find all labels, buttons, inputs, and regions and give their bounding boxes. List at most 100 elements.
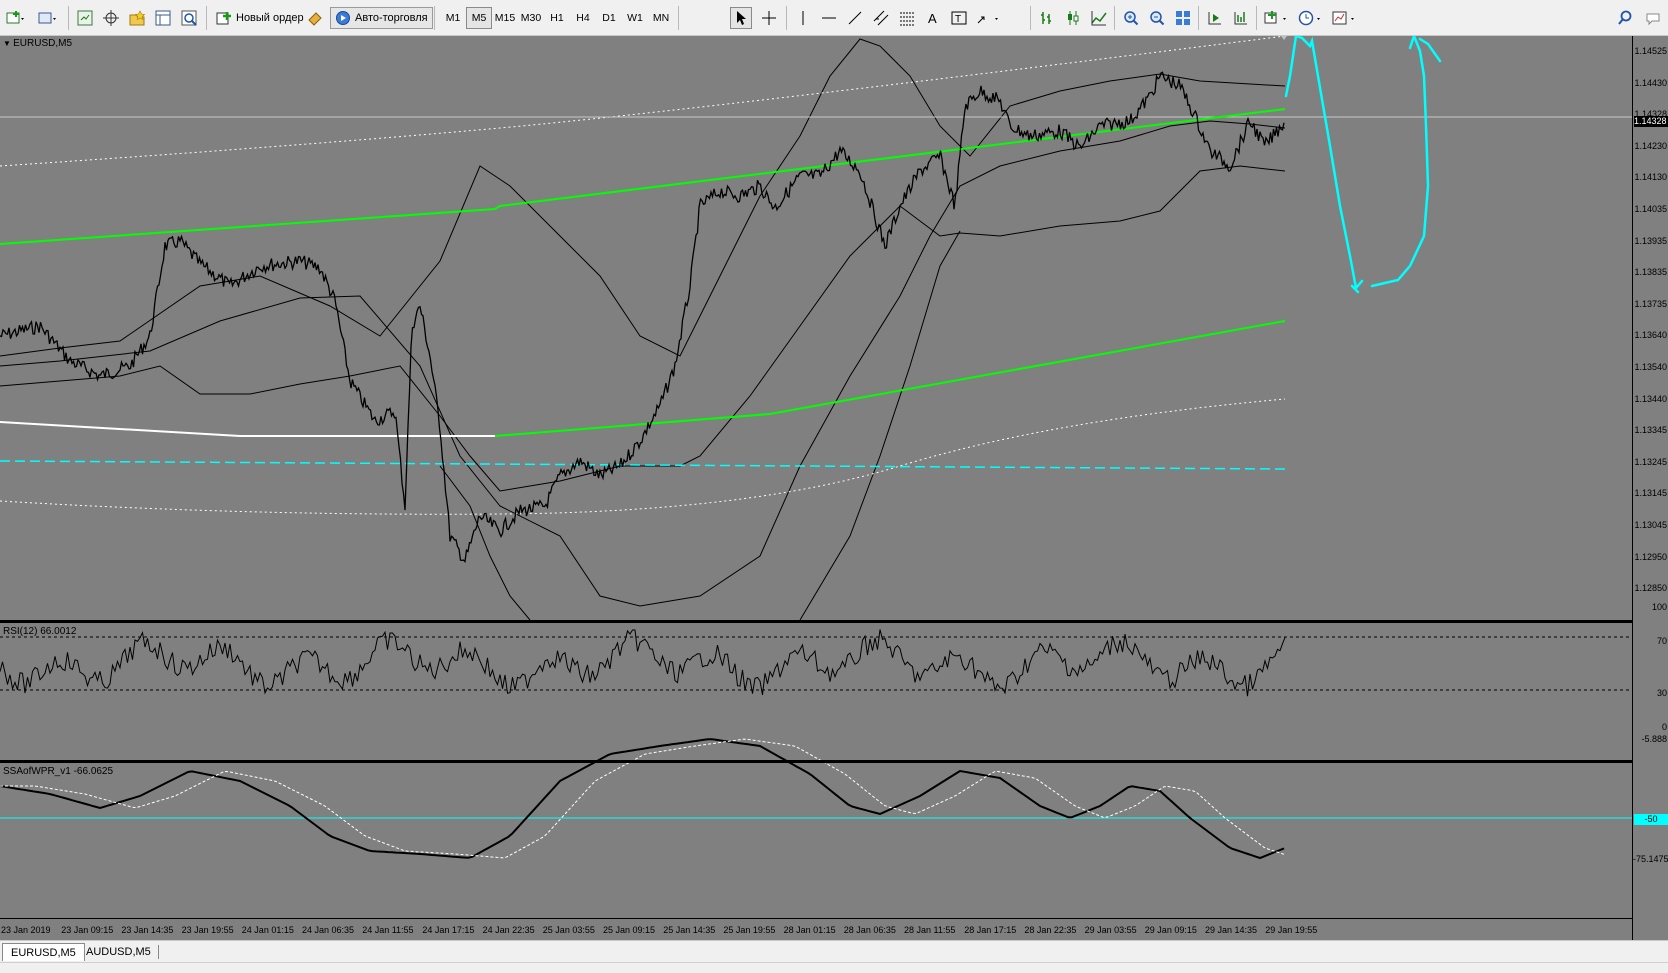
price-tick: 1.14430: [1634, 77, 1667, 88]
candlestick-chart-icon[interactable]: [1062, 7, 1084, 29]
main-toolbar: Новый ордер Авто-торговля M1 M5 M15 M30 …: [0, 0, 1668, 36]
time-tick: 24 Jan 06:35: [302, 925, 355, 935]
autotrading-label: Авто-торговля: [355, 12, 428, 24]
pane-separator[interactable]: [0, 620, 1632, 623]
timeframe-w1[interactable]: W1: [622, 7, 648, 29]
chart-canvas[interactable]: [0, 36, 1632, 918]
price-tick: 1.13640: [1634, 330, 1667, 341]
time-tick: 29 Jan 19:55: [1265, 925, 1318, 935]
time-axis[interactable]: 23 Jan 2019 23 Jan 09:15 23 Jan 14:35 23 Ja…: [0, 918, 1632, 941]
horizontal-line-icon[interactable]: [818, 7, 840, 29]
crosshair-data-window-icon[interactable]: [100, 7, 122, 29]
strategy-tester-icon[interactable]: [178, 7, 200, 29]
metaeditor-icon[interactable]: [304, 7, 326, 29]
time-tick: 28 Jan 06:35: [843, 925, 896, 935]
rsi-tick: 70: [1656, 636, 1667, 646]
time-tick: 24 Jan 22:35: [482, 925, 535, 935]
periods-clock-icon[interactable]: [1296, 7, 1324, 29]
fibonacci-icon[interactable]: [896, 7, 918, 29]
rsi-line: [0, 629, 1286, 697]
ssa-tick: -75.1475: [1633, 854, 1668, 864]
chat-icon[interactable]: [1642, 7, 1664, 29]
rsi-label: RSI(12) 66.0012: [3, 626, 77, 637]
arrows-dropdown-icon[interactable]: [974, 7, 1002, 29]
templates-dropdown-icon[interactable]: [1330, 7, 1358, 29]
timeframe-m15[interactable]: M15: [492, 7, 518, 29]
timeframe-m5[interactable]: M5: [466, 7, 492, 29]
time-tick: 29 Jan 09:15: [1144, 925, 1197, 935]
upper-band: [0, 38, 1286, 357]
market-watch-icon[interactable]: [74, 7, 96, 29]
time-tick: 24 Jan 01:15: [241, 925, 294, 935]
rsi-tick: 100: [1651, 602, 1667, 612]
price-tick: 1.13440: [1634, 393, 1667, 404]
line-chart-icon[interactable]: [1088, 7, 1110, 29]
zoom-out-icon[interactable]: [1146, 7, 1168, 29]
profiles-icon[interactable]: [36, 7, 58, 29]
new-order-icon: [216, 12, 231, 25]
status-bar: [0, 962, 1668, 973]
time-tick: 25 Jan 09:15: [603, 925, 656, 935]
tab-audusd-m5[interactable]: AUDUSD,M5: [78, 943, 159, 961]
chart-window[interactable]: ▼ EURUSD,M5 RSI(12) 66.0012 SSAofWPR_v1 …: [0, 36, 1668, 941]
autotrading-icon: [336, 11, 350, 25]
timeframe-mn[interactable]: MN: [648, 7, 674, 29]
timeframe-h4[interactable]: H4: [570, 7, 596, 29]
search-icon[interactable]: [1614, 7, 1636, 29]
svg-text:A: A: [928, 11, 937, 26]
time-tick: 23 Jan 09:15: [61, 925, 114, 935]
price-tick: 1.13345: [1634, 425, 1667, 436]
chart-tabs: EURUSD,M5 AUDUSD,M5: [0, 940, 1668, 963]
autotrading-button[interactable]: Авто-торговля: [330, 7, 433, 29]
price-tick: 1.14525: [1634, 46, 1667, 56]
price-tick: 1.14130: [1634, 172, 1667, 183]
new-chart-icon[interactable]: [4, 7, 26, 29]
cursor-tool-icon[interactable]: [730, 7, 752, 29]
trendline-icon[interactable]: [844, 7, 866, 29]
rsi-tick: 0: [1661, 722, 1667, 732]
navigator-icon[interactable]: [126, 7, 148, 29]
new-order-button[interactable]: Новый ордер: [212, 7, 308, 29]
time-tick: 28 Jan 01:15: [783, 925, 836, 935]
regression-channel-lower: [494, 320, 1286, 437]
terminal-icon[interactable]: [152, 7, 174, 29]
time-tick: 25 Jan 14:35: [663, 925, 716, 935]
timeframe-h1[interactable]: H1: [544, 7, 570, 29]
equidistant-channel-icon[interactable]: [870, 7, 892, 29]
ssa-level-tag: -50: [1634, 814, 1668, 825]
price-tick: 1.13835: [1634, 267, 1667, 278]
time-tick: 28 Jan 11:55: [904, 925, 956, 935]
timeframe-d1[interactable]: D1: [596, 7, 622, 29]
annotation-arrow-up: [1370, 36, 1442, 288]
indicators-dropdown-icon[interactable]: [1262, 7, 1290, 29]
price-axis[interactable]: 1.14525 1.14430 1.14328 1.14230 1.14130 1.140…: [1632, 36, 1668, 940]
tab-eurusd-m5[interactable]: EURUSD,M5: [2, 943, 85, 961]
envelope-line: [799, 230, 961, 621]
time-tick: 23 Jan 14:35: [121, 925, 174, 935]
horizontal-level-line: [0, 460, 1286, 470]
price-tick: 1.13935: [1634, 235, 1667, 246]
middle-band: [0, 120, 1286, 607]
crosshair-tool-icon[interactable]: [758, 7, 780, 29]
price-tick: 1.13145: [1634, 488, 1667, 499]
zoom-in-icon[interactable]: [1120, 7, 1142, 29]
regression-channel-history: [0, 421, 495, 437]
time-tick: 25 Jan 19:55: [723, 925, 776, 935]
ssa-main-line: [0, 738, 1285, 860]
tile-windows-icon[interactable]: [1172, 7, 1194, 29]
chart-shift-icon[interactable]: [1230, 7, 1252, 29]
time-tick: 24 Jan 17:15: [422, 925, 475, 935]
pane-separator[interactable]: [0, 760, 1632, 763]
price-tick: 1.12950: [1634, 551, 1667, 562]
lower-dotted-envelope: [0, 398, 1286, 515]
timeframe-m1[interactable]: M1: [440, 7, 466, 29]
bar-chart-icon[interactable]: [1036, 7, 1058, 29]
svg-text:T: T: [955, 14, 961, 25]
text-tool-icon[interactable]: A: [922, 7, 944, 29]
time-tick: 23 Jan 19:55: [181, 925, 234, 935]
auto-scroll-icon[interactable]: [1204, 7, 1226, 29]
timeframe-m30[interactable]: M30: [518, 7, 544, 29]
text-label-icon[interactable]: T: [948, 7, 970, 29]
vertical-line-icon[interactable]: [792, 7, 814, 29]
time-tick: 29 Jan 03:55: [1084, 925, 1137, 935]
